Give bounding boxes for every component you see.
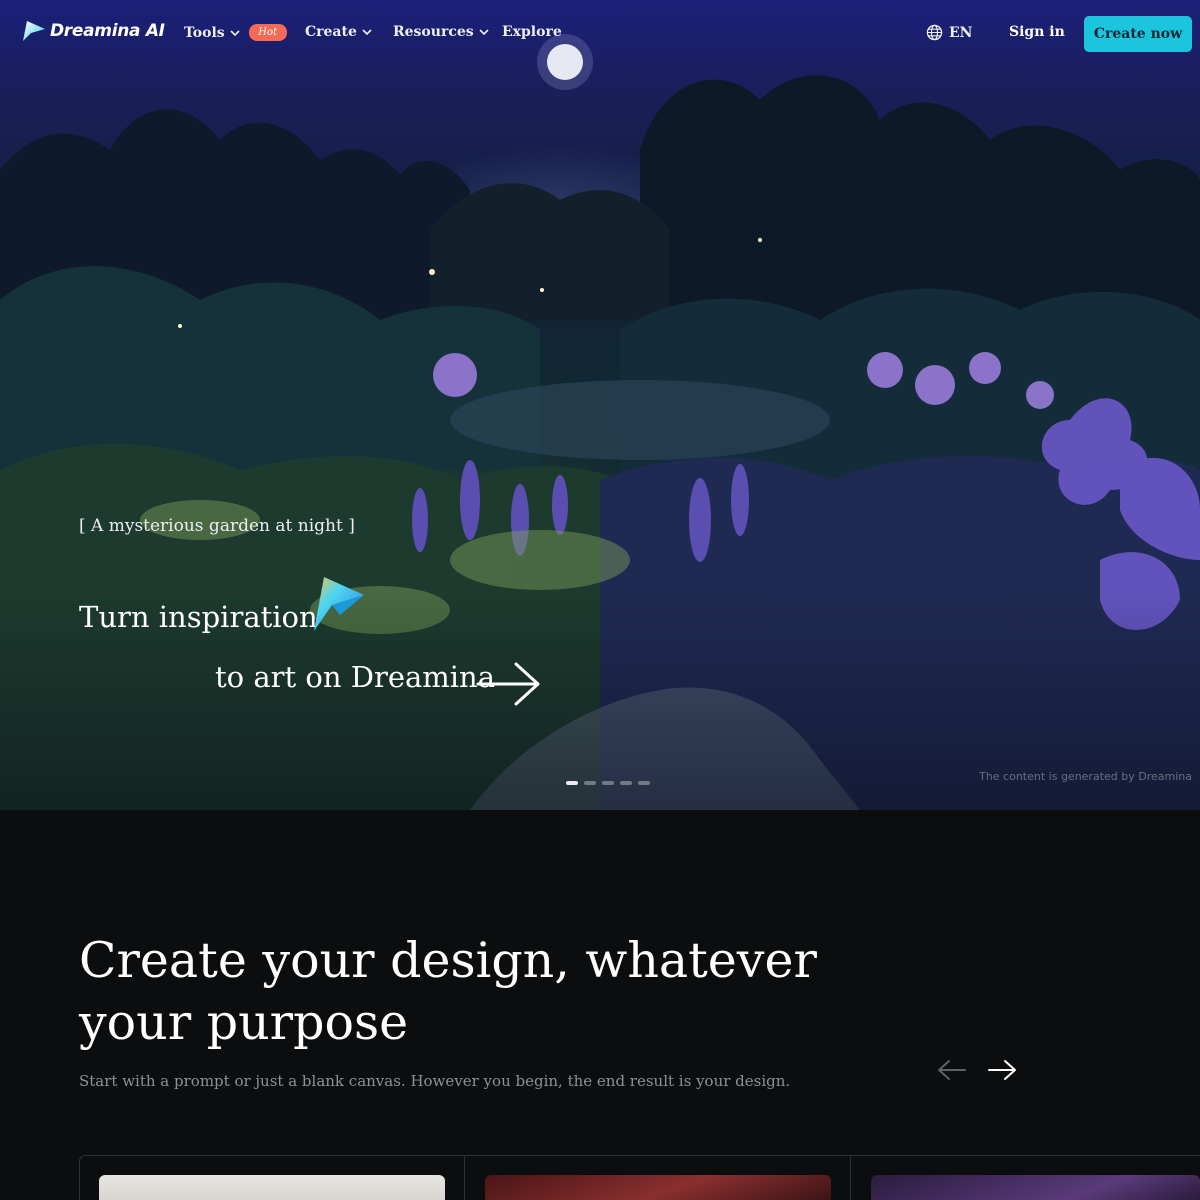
language-selector[interactable]: EN (926, 24, 972, 41)
hero-headline-line-1: Turn inspiration (79, 600, 318, 634)
nav-tools-label: Tools (184, 24, 225, 41)
slide-dot[interactable] (602, 781, 614, 785)
dreamina-logo-icon (23, 21, 45, 41)
nav-create-label: Create (305, 24, 357, 40)
language-label: EN (949, 24, 973, 41)
nav-create[interactable]: Create (305, 24, 372, 40)
sign-in-link[interactable]: Sign in (1009, 24, 1065, 40)
dreamina-star-icon (314, 577, 364, 631)
nav-explore-label: Explore (502, 24, 562, 40)
nav-explore[interactable]: Explore (502, 24, 562, 40)
chevron-down-icon (230, 29, 240, 36)
hero-banner: [ A mysterious garden at night ] Turn in… (0, 0, 1200, 810)
hero-prompt-caption: [ A mysterious garden at night ] (79, 516, 355, 536)
design-card-thumbnail (871, 1175, 1200, 1200)
chevron-down-icon (479, 29, 489, 36)
logo[interactable]: Dreamina AI (22, 20, 165, 42)
section-title: Create your design, whatever your purpos… (79, 932, 817, 1051)
arrow-left-icon[interactable] (937, 1057, 967, 1083)
chevron-down-icon (362, 29, 372, 36)
design-card-thumbnail (485, 1175, 831, 1200)
ai-generated-credit: The content is generated by Dreamina (979, 770, 1192, 783)
design-card[interactable] (851, 1155, 1200, 1200)
arrow-right-icon[interactable] (476, 660, 542, 708)
design-card[interactable] (465, 1155, 851, 1200)
arrow-right-icon[interactable] (987, 1057, 1017, 1083)
top-navigation: Dreamina AI Tools Hot Create Resources E… (0, 0, 1200, 66)
slide-dot[interactable] (638, 781, 650, 785)
nav-tools[interactable]: Tools Hot (184, 24, 287, 41)
hot-badge: Hot (248, 24, 287, 41)
globe-icon (926, 24, 943, 41)
hero-headline-line-2: to art on Dreamina (215, 660, 496, 694)
slide-dot[interactable] (620, 781, 632, 785)
slide-dot[interactable] (566, 781, 578, 785)
section-subtitle: Start with a prompt or just a blank canv… (79, 1072, 791, 1090)
nav-resources[interactable]: Resources (393, 24, 489, 40)
design-card[interactable] (79, 1155, 465, 1200)
logo-text: Dreamina AI (50, 21, 165, 41)
nav-resources-label: Resources (393, 24, 474, 40)
slide-indicator (566, 781, 650, 785)
design-card-thumbnail (99, 1175, 445, 1200)
create-now-button[interactable]: Create now (1084, 16, 1192, 52)
slide-dot[interactable] (584, 781, 596, 785)
